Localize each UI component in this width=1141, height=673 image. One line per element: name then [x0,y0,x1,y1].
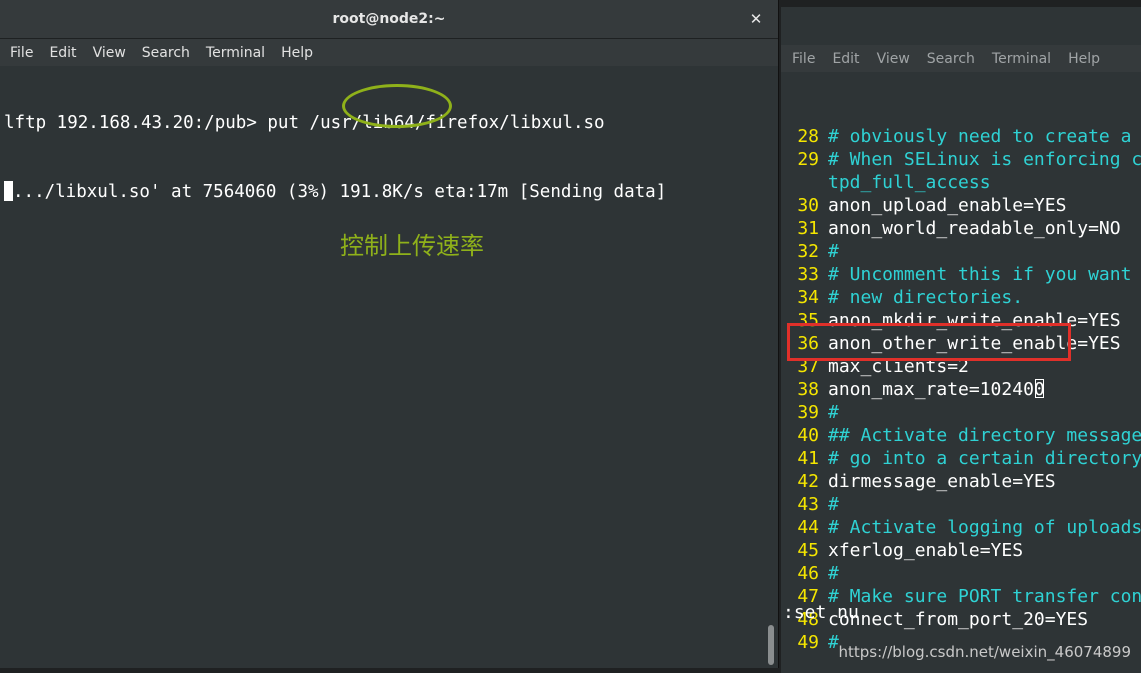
line-number: 44 [797,517,819,538]
line-text: # new directories. [828,287,1024,308]
editor-line-anon-max-rate: 38 anon_max_rate=102400 [783,378,1141,401]
editor-lines: 28 # obviously need to create a 29 # When S… [783,125,1141,654]
close-icon[interactable]: ✕ [746,9,766,29]
line-text: # Activate logging of uploads [828,517,1141,538]
line-number: 49 [797,632,819,653]
menu-help[interactable]: Help [1059,51,1108,67]
right-terminal-window: File Edit View Search Terminal Help 28 # … [781,7,1141,673]
left-terminal-output[interactable]: lftp 192.168.43.20:/pub> put /usr/lib64/… [0,66,778,668]
line-number: 41 [797,448,819,469]
line-number: 34 [797,287,819,308]
menu-view[interactable]: View [85,45,134,61]
menu-search[interactable]: Search [134,45,198,61]
line-number: 39 [797,402,819,423]
menu-search[interactable]: Search [918,51,983,67]
menu-terminal[interactable]: Terminal [983,51,1059,67]
annotation-caption: 控制上传速率 [340,232,484,260]
line-number: 38 [797,379,819,400]
cursor-block [4,181,13,201]
scrollbar-thumb[interactable] [768,625,774,665]
editor-line: 43 # [783,493,1141,516]
editor-line: 41 # go into a certain directory [783,447,1141,470]
menu-file[interactable]: File [2,45,41,61]
line-text: anon_world_readable_only=NO [828,218,1121,239]
left-terminal-window: root@node2:~ ✕ File Edit View Search Ter… [0,0,779,668]
editor-line: 40 ## Activate directory message [783,424,1141,447]
line-text: # [828,563,839,584]
line-text: connect_from_port_20=YES [828,609,1089,630]
menu-edit[interactable]: Edit [41,45,84,61]
line-text: # obviously need to create a [828,126,1132,147]
window-title: root@node2:~ [332,11,446,27]
menu-view[interactable]: View [868,51,918,67]
editor-line: 30 anon_upload_enable=YES [783,194,1141,217]
line-text: # go into a certain directory [828,448,1141,469]
text-cursor [1034,379,1044,398]
progress-text: .../libxul.so' at 7564060 (3%) 191.8K/s … [13,182,667,202]
menu-help[interactable]: Help [273,45,321,61]
editor-line: 33 # Uncomment this if you want [783,263,1141,286]
line-text: # [828,402,839,423]
line-text: xferlog_enable=YES [828,540,1024,561]
editor-line: 46 # [783,562,1141,585]
right-menubar: File Edit View Search Terminal Help [781,45,1141,72]
line-text: # [828,632,839,653]
editor-line: 29 # When SELinux is enforcing c [783,148,1141,171]
line-text: # [828,494,839,515]
editor-line: 39 # [783,401,1141,424]
line-number: 31 [797,218,819,239]
line-number: 30 [797,195,819,216]
editor-line: 34 # new directories. [783,286,1141,309]
left-titlebar: root@node2:~ ✕ [0,0,778,39]
line-number: 42 [797,471,819,492]
line-number: 29 [797,149,819,170]
line-number: 32 [797,241,819,262]
line-text: ## Activate directory message [828,425,1141,446]
line-number: 46 [797,563,819,584]
line-text: # Make sure PORT transfer con [828,586,1141,607]
menu-edit[interactable]: Edit [823,51,867,67]
editor-line: 31 anon_world_readable_only=NO [783,217,1141,240]
editor-line: tpd_full_access [783,171,1141,194]
vim-command-line: :set nu [783,602,859,623]
vim-editor[interactable]: 28 # obviously need to create a 29 # When S… [781,79,1141,673]
line-number: 33 [797,264,819,285]
line-number: 40 [797,425,819,446]
terminal-line-progress: .../libxul.so' at 7564060 (3%) 191.8K/s … [4,181,778,204]
line-number: 28 [797,126,819,147]
line-text: anon_upload_enable=YES [828,195,1067,216]
menu-terminal[interactable]: Terminal [198,45,273,61]
editor-line: 32 # [783,240,1141,263]
line-text: # [828,241,839,262]
editor-line: 44 # Activate logging of uploads [783,516,1141,539]
menu-file[interactable]: File [783,51,823,67]
left-menubar: File Edit View Search Terminal Help [0,39,778,66]
line-number: 45 [797,540,819,561]
line-text: tpd_full_access [828,172,991,193]
watermark: https://blog.csdn.net/weixin_46074899 [838,643,1131,661]
line-number: 43 [797,494,819,515]
editor-line: 45 xferlog_enable=YES [783,539,1141,562]
rate-highlight-ellipse [342,84,452,128]
line-text: dirmessage_enable=YES [828,471,1056,492]
line-text: anon_max_rate=102400 [828,379,1045,400]
editor-line: 42 dirmessage_enable=YES [783,470,1141,493]
line-38-highlight-box [787,323,1071,361]
line-text: # When SELinux is enforcing c [828,149,1141,170]
line-text: # Uncomment this if you want [828,264,1132,285]
editor-line: 28 # obviously need to create a [783,125,1141,148]
